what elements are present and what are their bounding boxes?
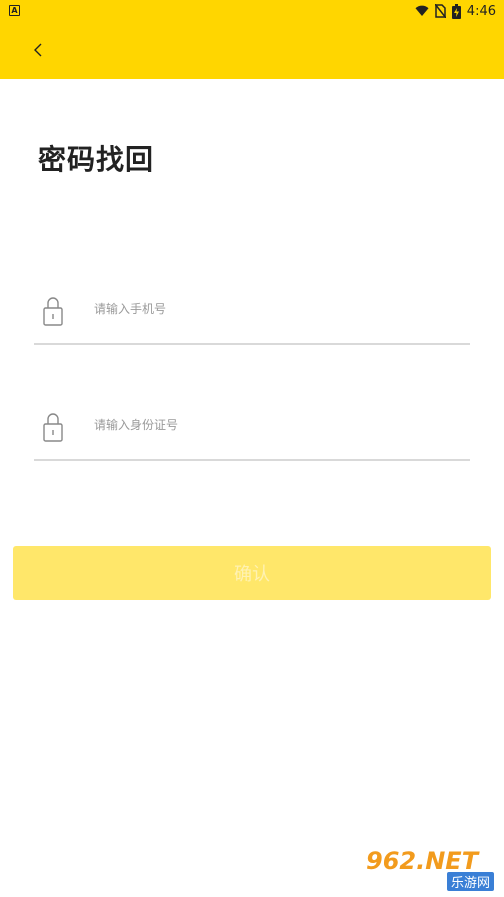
app-header bbox=[0, 22, 504, 79]
id-number-field bbox=[34, 401, 470, 461]
watermark-main-text: 962.NET bbox=[366, 847, 479, 875]
watermark-sub-text: 乐游网 bbox=[446, 872, 494, 891]
battery-charging-icon bbox=[451, 3, 461, 19]
confirm-button[interactable]: 确认 bbox=[13, 546, 491, 600]
lock-icon bbox=[42, 411, 64, 443]
page-title: 密码找回 bbox=[38, 143, 155, 176]
status-time: 4:46 bbox=[466, 3, 496, 19]
phone-input[interactable] bbox=[94, 297, 454, 321]
no-sim-icon bbox=[434, 4, 446, 18]
watermark-logo: 962.NET 乐游网 bbox=[366, 847, 498, 891]
id-number-input[interactable] bbox=[94, 413, 454, 437]
back-button[interactable] bbox=[24, 36, 52, 64]
status-icons: 4:46 bbox=[415, 2, 496, 20]
phone-field bbox=[34, 285, 470, 345]
notification-icon: A bbox=[9, 5, 20, 16]
lock-icon bbox=[42, 295, 64, 327]
chevron-left-icon bbox=[32, 42, 44, 58]
wifi-icon bbox=[415, 5, 429, 17]
status-bar: A 4:46 bbox=[0, 0, 504, 22]
